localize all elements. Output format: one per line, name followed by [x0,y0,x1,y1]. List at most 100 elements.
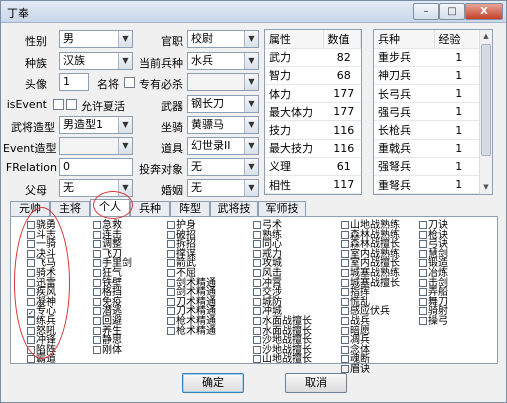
checkbox[interactable] [93,240,101,249]
checkbox[interactable] [253,230,261,239]
checkbox[interactable] [341,345,349,354]
checkbox[interactable] [341,278,349,287]
checkbox[interactable] [419,230,427,239]
checkbox[interactable] [253,326,261,335]
tab-troop[interactable]: 兵种 [130,201,170,216]
troop-experience-grid[interactable]: 兵种 经验 重步兵 1 神刀兵 1 长弓兵 1 强弓兵 1 长枪兵 1 重戟兵 1 强弩兵 1 … [373,29,493,195]
table-row[interactable]: 重步兵 1 [374,48,480,67]
checkbox[interactable] [253,249,261,258]
event-model-select[interactable]: ▼ [59,137,133,155]
table-row[interactable]: 相性 117 [265,175,361,194]
checkbox[interactable] [341,230,349,239]
checkbox[interactable] [93,230,101,239]
checkbox[interactable] [93,297,101,306]
checkbox[interactable] [167,288,175,297]
model-select[interactable]: 男造型1 ▼ [59,116,133,134]
skill-checkbox-item[interactable]: 山地战擅长 [253,354,339,365]
table-row[interactable]: 最大体力 177 [265,102,361,122]
skill-checkbox-item[interactable]: 枪术精通 [167,326,251,337]
checkbox[interactable] [167,326,175,335]
ok-button[interactable]: 确定 [182,373,244,393]
table-row[interactable]: 重弩兵 1 [374,175,480,194]
mount-select[interactable]: 黄骠马 ▼ [187,116,259,134]
checkbox[interactable] [167,230,175,239]
checkbox[interactable] [93,269,101,277]
checkbox[interactable] [93,278,101,287]
table-row[interactable]: 长枪兵 1 [374,120,480,140]
spouse-select[interactable]: 无 ▼ [187,179,259,197]
item-select[interactable]: 幻世录II ▼ [187,137,259,155]
table-row[interactable]: 义理 61 [265,157,361,177]
checkbox[interactable] [93,326,101,335]
checkbox[interactable] [253,297,261,306]
special-select[interactable]: ▼ [187,73,259,91]
checkbox[interactable] [341,365,349,373]
checkbox[interactable] [253,345,261,354]
tab-strategist-skill[interactable]: 军师技 [258,201,306,216]
gender-select[interactable]: 男 ▼ [59,30,133,48]
frelation-input[interactable]: 0 [59,158,133,176]
allow-summer-checkbox[interactable] [66,99,77,110]
table-row[interactable]: 长弓兵 1 [374,84,480,104]
scroll-thumb[interactable] [481,44,491,156]
checkbox[interactable] [419,297,427,306]
troop-select[interactable]: 水兵 ▼ [187,52,259,70]
checkbox[interactable] [253,269,261,277]
checkbox[interactable] [419,249,427,258]
surrender-select[interactable]: 无 ▼ [187,158,259,176]
checkbox[interactable] [93,317,101,325]
cancel-button[interactable]: 取消 [285,373,347,393]
table-row[interactable]: 技力 116 [265,120,361,140]
checkbox[interactable] [253,221,261,229]
checkbox[interactable] [253,336,261,345]
table-row[interactable]: 强弩兵 1 [374,157,480,177]
is-event-checkbox[interactable] [53,99,64,110]
troop-scrollbar[interactable]: ▲ ▼ [479,30,492,194]
checkbox[interactable] [253,355,261,364]
checkbox[interactable] [93,221,101,229]
scroll-up-icon[interactable]: ▲ [480,30,492,43]
checkbox[interactable] [253,240,261,249]
checkbox[interactable] [341,326,349,335]
weapon-select[interactable]: 钢长刀 ▼ [187,95,259,113]
checkbox[interactable] [341,317,349,325]
checkbox[interactable] [419,221,427,229]
checkbox[interactable] [93,249,101,258]
tab-general-skill[interactable]: 武将技 [210,201,258,216]
famous-checkbox[interactable] [124,77,135,88]
checkbox[interactable] [419,259,427,268]
checkbox[interactable] [419,278,427,287]
table-row[interactable]: 武力 82 [265,48,361,67]
ethnicity-select[interactable]: 汉族 ▼ [59,52,133,70]
checkbox[interactable] [341,307,349,316]
checkbox[interactable] [341,336,349,345]
checkbox[interactable] [253,307,261,316]
checkbox[interactable] [167,249,175,258]
checkbox[interactable] [167,278,175,287]
checkbox[interactable] [341,355,349,364]
table-row[interactable]: 智力 68 [265,66,361,86]
checkbox[interactable] [93,336,101,345]
checkbox[interactable] [27,355,35,364]
minimize-button[interactable]: – [413,3,439,20]
table-row[interactable]: 重戟兵 1 [374,139,480,158]
checkbox[interactable] [167,240,175,249]
maximize-button[interactable]: □ [439,3,465,20]
checkbox[interactable] [253,278,261,287]
checkbox[interactable] [93,288,101,297]
checkbox[interactable] [93,307,101,316]
checkbox[interactable] [419,288,427,297]
checkbox[interactable] [419,269,427,277]
checkbox[interactable] [167,297,175,306]
table-row[interactable]: 最大技力 116 [265,139,361,158]
skill-checkbox-item[interactable]: 眉诀 [341,364,417,375]
checkbox[interactable] [341,240,349,249]
checkbox[interactable] [341,269,349,277]
table-row[interactable]: 强弓兵 1 [374,102,480,122]
table-row[interactable]: 神刀兵 1 [374,66,480,86]
checkbox[interactable] [341,249,349,258]
close-button[interactable]: X [465,3,503,20]
checkbox[interactable] [93,345,101,354]
checkbox[interactable] [419,240,427,249]
checkbox[interactable] [93,259,101,268]
